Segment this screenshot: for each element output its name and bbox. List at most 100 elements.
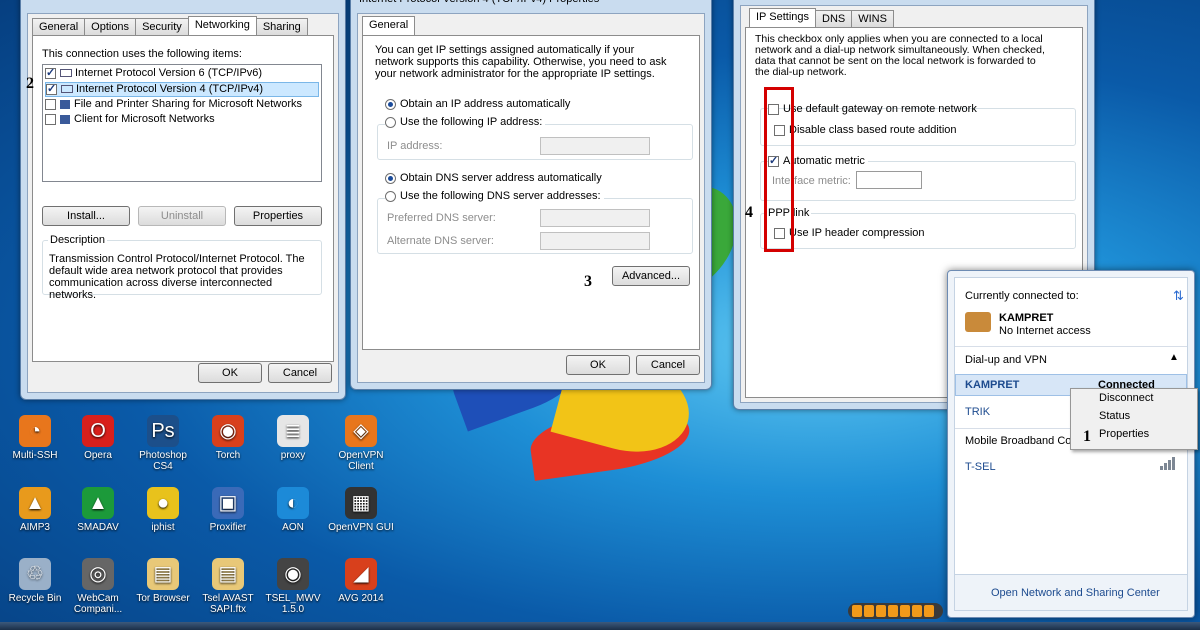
desktop-icon[interactable]: ▣ Proxifier [193, 487, 263, 533]
description-text: Transmission Control Protocol/Internet P… [49, 253, 305, 301]
desktop-icon-label: WebCam Compani... [73, 593, 123, 615]
app-icon: ◈ [345, 415, 377, 447]
desktop-icon[interactable]: ● iphist [128, 487, 198, 533]
app-icon: ▤ [147, 558, 179, 590]
option-label: Automatic metric [783, 155, 865, 167]
annotation-3: 3 [584, 273, 592, 290]
cancel-button[interactable]: Cancel [636, 355, 700, 375]
item-label: Internet Protocol Version 4 (TCP/IPv4) [76, 83, 264, 95]
preferred-dns-field[interactable] [540, 209, 650, 227]
use-default-gateway-option[interactable]: Use default gateway on remote network [768, 103, 977, 115]
desktop-icon-label: Proxifier [209, 522, 247, 533]
computer-icon [60, 99, 70, 109]
app-icon: ▦ [345, 487, 377, 519]
chevron-up-icon[interactable]: ▲ [1169, 352, 1179, 363]
desktop-icon[interactable]: ▤ Tsel AVAST SAPI.ftx [193, 558, 263, 615]
connection-tsel[interactable]: T-SEL [965, 461, 996, 473]
option-label: Use the following IP address: [400, 116, 543, 128]
refresh-icon[interactable]: ⇅ [1173, 288, 1184, 304]
tab-security[interactable]: Security [135, 18, 189, 35]
connection-trik[interactable]: TRIK [965, 406, 990, 418]
desktop-icon[interactable]: ◐ AON [258, 487, 328, 533]
tab-bar: General [362, 16, 416, 35]
desktop-icon[interactable]: ◢ AVG 2014 [326, 558, 396, 604]
option-label: Use the following DNS server addresses: [400, 190, 601, 202]
desktop-icon[interactable]: ◉ TSEL_MWV 1.5.0 [258, 558, 328, 615]
desktop-icon[interactable]: ◈ OpenVPN Client [326, 415, 396, 472]
tab-general[interactable]: General [362, 16, 416, 35]
ok-button[interactable]: OK [566, 355, 630, 375]
obtain-dns-auto-option[interactable]: Obtain DNS server address automatically [385, 172, 602, 184]
ok-button[interactable]: OK [198, 363, 262, 383]
highlight-box [764, 87, 794, 252]
item-label: Internet Protocol Version 6 (TCP/IPv6) [75, 67, 263, 79]
tab-wins[interactable]: WINS [851, 10, 894, 27]
tab-general[interactable]: General [32, 18, 86, 35]
mobile-section-header[interactable]: Mobile Broadband Con [965, 435, 1078, 447]
desktop-icon[interactable]: ◔ Multi-SSH [0, 415, 70, 461]
uninstall-button[interactable]: Uninstall [138, 206, 226, 226]
list-item-client[interactable]: Client for Microsoft Networks [45, 113, 319, 128]
tab-dns[interactable]: DNS [815, 10, 853, 27]
desktop-icon[interactable]: ▲ SMADAV [63, 487, 133, 533]
use-following-dns-option[interactable]: Use the following DNS server addresses: [385, 190, 604, 202]
use-dns-radio[interactable] [385, 190, 396, 202]
list-item-ipv6[interactable]: Internet Protocol Version 6 (TCP/IPv6) [45, 66, 319, 82]
tab-ip-settings[interactable]: IP Settings [749, 8, 816, 27]
desktop-icon-label: Torch [215, 450, 241, 461]
disable-class-route-option[interactable]: Disable class based route addition [774, 124, 957, 136]
items-list: Internet Protocol Version 6 (TCP/IPv6) I… [42, 64, 322, 182]
list-item-file-sharing[interactable]: File and Printer Sharing for Microsoft N… [45, 98, 319, 113]
obtain-ip-auto-option[interactable]: Obtain an IP address automatically [385, 98, 570, 110]
client-checkbox[interactable] [45, 113, 56, 125]
desktop-icon[interactable]: O Opera [63, 415, 133, 461]
app-icon: O [82, 415, 114, 447]
desktop-icon-label: AVG 2014 [338, 593, 384, 604]
alternate-dns-field[interactable] [540, 232, 650, 250]
desktop-icon[interactable]: ◉ Torch [193, 415, 263, 461]
desktop-icon-label: OpenVPN Client [338, 450, 384, 472]
desktop-icon[interactable]: ▦ OpenVPN GUI [326, 487, 396, 533]
install-button[interactable]: Install... [42, 206, 130, 226]
general-panel: You can get IP settings assigned automat… [362, 35, 700, 350]
ip-address-field[interactable] [540, 137, 650, 155]
use-ip-radio[interactable] [385, 116, 396, 128]
desktop-icon-label: AON [282, 522, 304, 533]
obtain-ip-radio[interactable] [385, 98, 396, 110]
interface-metric-field[interactable] [856, 171, 922, 189]
ipv6-checkbox[interactable] [45, 66, 56, 79]
app-icon: ▤ [212, 558, 244, 590]
file-sharing-checkbox[interactable] [45, 98, 56, 110]
desktop-icon[interactable]: ≣ proxy [258, 415, 328, 461]
tab-sharing[interactable]: Sharing [255, 18, 308, 35]
advanced-button[interactable]: Advanced... [612, 266, 690, 286]
desktop-icon[interactable]: Ps Photoshop CS4 [128, 415, 198, 472]
ipv4-checkbox[interactable] [46, 82, 57, 95]
alternate-dns-label: Alternate DNS server: [387, 235, 494, 247]
desktop-icon[interactable]: ◎ WebCam Compani... [63, 558, 133, 615]
ip-header-compression-option[interactable]: Use IP header compression [774, 227, 925, 239]
cancel-button[interactable]: Cancel [268, 363, 332, 383]
obtain-dns-radio[interactable] [385, 172, 396, 184]
list-item-ipv4[interactable]: Internet Protocol Version 4 (TCP/IPv4) [45, 82, 319, 97]
desktop-icon-label: proxy [280, 450, 306, 461]
desktop-icon[interactable]: ▤ Tor Browser [128, 558, 198, 604]
properties-button[interactable]: Properties [234, 206, 322, 226]
dialup-section-header[interactable]: Dial-up and VPN [965, 354, 1047, 366]
menu-item-status[interactable]: Status [1071, 407, 1197, 425]
tab-options[interactable]: Options [84, 18, 137, 35]
media-player-controls[interactable] [848, 603, 943, 619]
computer-icon [60, 114, 70, 124]
info-text: This checkbox only applies when you are … [755, 33, 1045, 78]
ipv4-properties-window: Internet Protocol Version 4 (TCP/IPv4) P… [350, 0, 712, 390]
network-icon [61, 85, 73, 94]
tab-networking[interactable]: Networking [187, 16, 257, 35]
desktop-icon[interactable]: ♲ Recycle Bin [0, 558, 70, 604]
description-title: Description [48, 234, 108, 246]
menu-item-disconnect[interactable]: Disconnect [1071, 389, 1197, 407]
desktop-icon[interactable]: ▲ AIMP3 [0, 487, 70, 533]
use-following-ip-option[interactable]: Use the following IP address: [385, 116, 546, 128]
open-network-center-link[interactable]: Open Network and Sharing Center [991, 587, 1160, 599]
desktop-icon-label: Tor Browser [136, 593, 190, 604]
option-label: Disable class based route addition [789, 124, 957, 136]
